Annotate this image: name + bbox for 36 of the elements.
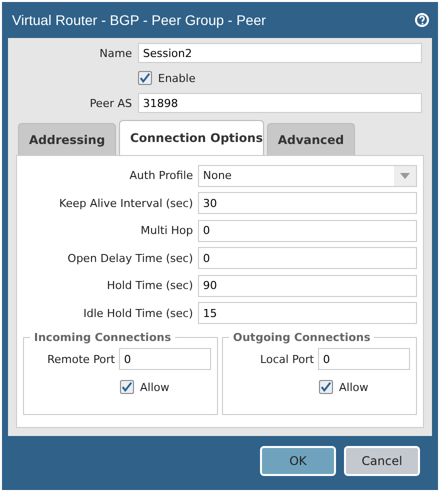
checkbox-label: Enable <box>158 72 196 84</box>
enable-checkbox[interactable] <box>138 71 152 85</box>
input-field[interactable]: 30 <box>198 192 417 214</box>
group-title: Incoming Connections <box>33 331 172 344</box>
field-label: Local Port <box>259 352 315 366</box>
field-label: Hold Time (sec) <box>106 279 194 292</box>
tab[interactable]: Advanced <box>266 123 356 155</box>
input-field[interactable]: 15 <box>198 302 417 324</box>
checkbox-label: Allow <box>140 380 170 394</box>
input-field[interactable]: 90 <box>198 274 417 296</box>
name-field[interactable]: Session2 <box>138 43 422 63</box>
tab[interactable]: Addressing <box>18 123 116 155</box>
port-field[interactable]: 0 <box>318 348 410 370</box>
caret-icon <box>400 172 410 178</box>
group-title: Outgoing Connections <box>232 331 372 344</box>
field-label: Keep Alive Interval (sec) <box>58 196 194 210</box>
checkbox-label: Allow <box>339 380 368 394</box>
help-icon[interactable] <box>414 12 430 28</box>
field-label: Remote Port <box>46 352 116 366</box>
peer-as-field[interactable]: 31898 <box>138 93 422 113</box>
tab[interactable]: Connection Options <box>119 120 264 155</box>
field-label: Auth Profile <box>128 169 194 182</box>
cancel-button[interactable]: Cancel <box>344 446 420 476</box>
field-label: Peer AS <box>88 96 133 110</box>
field-label: Multi Hop <box>140 224 194 237</box>
port-field[interactable]: 0 <box>119 348 211 370</box>
allow-checkbox[interactable] <box>120 380 134 394</box>
field-label: Open Delay Time (sec) <box>66 252 194 264</box>
dropdown[interactable]: None <box>198 164 417 186</box>
allow-checkbox[interactable] <box>319 380 333 394</box>
field-label: Name <box>98 46 133 60</box>
window-title: Virtual Router - BGP - Peer Group - Peer <box>12 12 266 28</box>
input-field[interactable]: 0 <box>198 220 417 242</box>
ok-button[interactable]: OK <box>260 446 336 476</box>
field-label: Idle Hold Time (sec) <box>82 306 194 320</box>
input-field[interactable]: 0 <box>198 247 417 269</box>
